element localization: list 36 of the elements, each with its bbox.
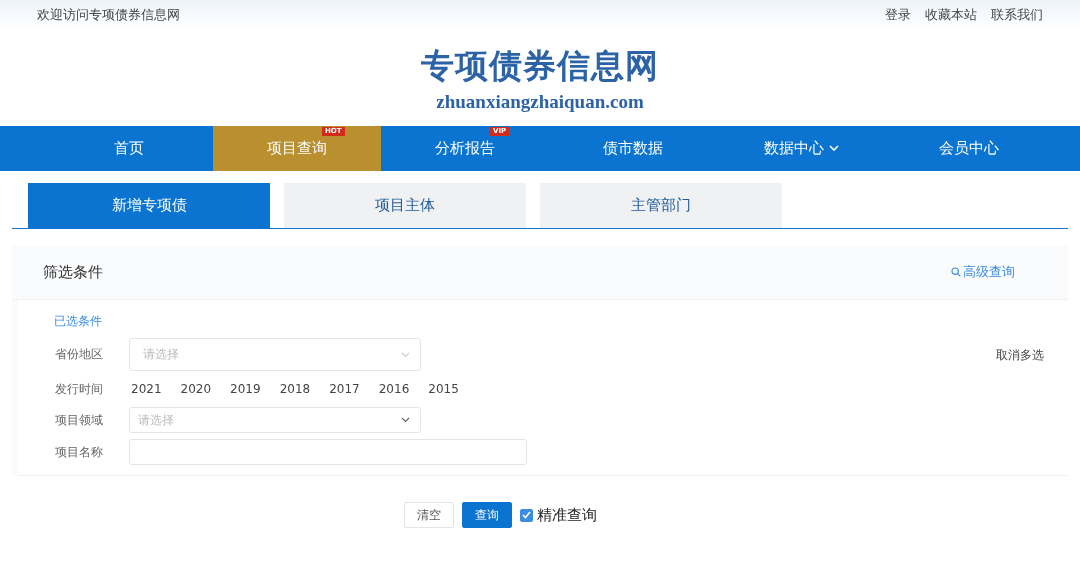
filter-label: 项目名称 bbox=[55, 443, 104, 461]
top-link[interactable]: 登录 bbox=[885, 6, 911, 24]
cancel-multi-select-link[interactable]: 取消多选 bbox=[996, 346, 1044, 364]
nav-item[interactable]: 数据中心 bbox=[717, 126, 885, 171]
site-domain: zhuanxiangzhaiquan.com bbox=[436, 90, 644, 113]
year-option[interactable]: 2020 bbox=[180, 382, 212, 396]
year-option[interactable]: 2019 bbox=[230, 382, 261, 396]
site-logo-title: 专项债券信息网 bbox=[421, 44, 659, 87]
checkbox[interactable] bbox=[519, 508, 533, 522]
year-option[interactable]: 2021 bbox=[131, 382, 162, 396]
selected-conditions-label: 已选条件 bbox=[54, 312, 102, 330]
filter-label: 项目领域 bbox=[55, 411, 104, 429]
filter-label: 发行时间 bbox=[55, 380, 104, 398]
welcome-text: 欢迎访问专项债券信息网 bbox=[37, 6, 180, 24]
tab[interactable]: 新增专项债 bbox=[28, 183, 270, 228]
year-option[interactable]: 2016 bbox=[378, 382, 410, 396]
nav-item[interactable]: 首页 bbox=[45, 126, 213, 171]
year-option[interactable]: 2018 bbox=[279, 382, 311, 396]
panel-title: 筛选条件 bbox=[43, 262, 103, 282]
nav-item[interactable]: 债市数据 bbox=[549, 126, 717, 171]
top-link[interactable]: 联系我们 bbox=[991, 6, 1043, 24]
search-button[interactable]: 查询 bbox=[461, 502, 512, 528]
advanced-search-link[interactable]: 高级查询 bbox=[951, 263, 1015, 281]
nav-item[interactable]: 会员中心 bbox=[885, 126, 1053, 171]
checkbox-label: 精准查询 bbox=[536, 505, 597, 525]
top-link[interactable]: 收藏本站 bbox=[925, 6, 977, 24]
filter-label: 省份地区 bbox=[55, 346, 104, 363]
tab[interactable]: 主管部门 bbox=[540, 183, 782, 228]
input-field[interactable] bbox=[129, 439, 527, 465]
chevron-down-icon bbox=[401, 351, 410, 358]
clear-button[interactable]: 清空 bbox=[403, 502, 454, 528]
year-option[interactable]: 2015 bbox=[428, 382, 459, 396]
tab[interactable]: 项目主体 bbox=[284, 183, 526, 228]
chevron-down-icon bbox=[401, 417, 410, 423]
year-option[interactable]: 2017 bbox=[329, 382, 360, 396]
search-icon bbox=[951, 267, 961, 277]
